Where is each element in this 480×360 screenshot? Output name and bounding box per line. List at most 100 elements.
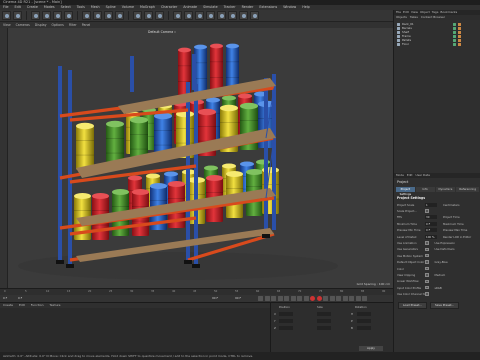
property-value-field[interactable]: 30 [425,215,437,220]
start-frame[interactable]: 0 F [3,295,7,302]
size-y-field[interactable] [317,319,331,323]
material-manager[interactable]: Create Edit Function Texture [0,302,270,352]
pen-icon[interactable] [184,11,193,20]
mode-palette[interactable] [0,28,8,288]
z-axis-icon[interactable] [104,11,113,20]
mm-menu-create[interactable]: Create [3,303,13,308]
render-picture-viewer-icon[interactable] [144,11,153,20]
x-axis-icon[interactable] [82,11,91,20]
property-value-field[interactable]: 0 F [425,228,437,233]
key-selection-icon[interactable] [323,296,328,301]
cube-icon[interactable] [173,11,182,20]
move-tool-icon[interactable] [42,11,51,20]
tag-icon[interactable] [458,42,461,46]
property-secondary[interactable]: Gray-Blue [435,260,448,264]
tab-objects[interactable]: Objects [396,15,407,20]
property-checkbox[interactable] [425,247,429,252]
floor-icon[interactable] [228,11,237,20]
property-checkbox[interactable] [425,273,429,277]
pos-x-field[interactable] [279,312,293,316]
property-checkbox[interactable] [425,266,429,271]
select-tool-icon[interactable] [31,11,40,20]
camera-icon[interactable] [239,11,248,20]
rot-b-field[interactable] [357,326,371,330]
property-secondary[interactable]: Preview Max Time [443,228,467,232]
load-preset-button[interactable]: Load Preset... [398,302,427,309]
tab-takes[interactable]: Takes [410,15,418,20]
render-settings-icon[interactable] [155,11,164,20]
tab-referencing[interactable]: Referencing [456,187,479,192]
end-frame[interactable]: 90 F [212,295,218,302]
scale-tool-icon[interactable] [53,11,62,20]
rotate-tool-icon[interactable] [64,11,73,20]
coord-system-icon[interactable] [115,11,124,20]
property-secondary[interactable]: Render LOD in Editor [443,235,471,239]
record-icon[interactable] [310,296,315,301]
property-checkbox[interactable] [425,260,429,264]
pos-z-field[interactable] [279,326,293,330]
goto-end-icon[interactable] [297,296,302,301]
array-icon[interactable] [206,11,215,20]
size-x-field[interactable] [317,312,331,316]
key-pla-icon[interactable] [355,296,361,301]
light-icon[interactable] [250,11,259,20]
size-z-field[interactable] [317,326,331,330]
end-frame-max[interactable]: 90 F [235,295,241,302]
next-key-icon[interactable] [290,296,296,301]
3d-viewport[interactable]: Default Camera :: Grid Spacing : 100 cm [8,28,393,288]
property-value-field[interactable]: 100 % [425,234,437,239]
key-rotation-icon[interactable] [342,296,348,301]
tab-dynamics[interactable]: Dynamics [435,187,456,192]
prev-key-icon[interactable] [264,296,270,301]
render-view-icon[interactable] [133,11,142,20]
am-menu-edit[interactable]: Edit [407,173,413,178]
key-scale-icon[interactable] [336,296,341,301]
redo-icon[interactable] [13,11,22,20]
am-menu-user-data[interactable]: User Data [416,173,430,178]
property-secondary[interactable]: Maximum Time [443,222,464,226]
property-checkbox[interactable] [425,279,429,284]
tab-info[interactable]: Info [415,187,435,192]
mm-menu-edit[interactable]: Edit [19,303,25,308]
bend-icon[interactable] [217,11,226,20]
am-menu-mode[interactable]: Mode [396,173,404,178]
property-secondary[interactable]: sRGB [435,286,442,290]
property-checkbox[interactable] [425,253,429,258]
save-preset-button[interactable]: Save Preset... [430,302,460,309]
visibility-icon[interactable] [453,42,456,46]
undo-icon[interactable] [2,11,11,20]
prev-frame-icon[interactable] [271,296,276,301]
property-secondary[interactable]: Use Deformers [435,247,455,251]
mm-menu-function[interactable]: Function [31,303,44,308]
goto-start-icon[interactable] [258,296,263,301]
key-param-icon[interactable] [349,296,354,301]
rot-p-field[interactable] [357,319,371,323]
loop-icon[interactable] [303,296,309,301]
property-value-field[interactable]: 0 F [425,221,437,226]
property-secondary[interactable]: Project Time [443,215,460,219]
object-row[interactable]: Floor [394,42,480,46]
y-axis-icon[interactable] [93,11,102,20]
subdivision-icon[interactable] [195,11,204,20]
property-checkbox[interactable] [425,241,429,245]
tab-content-browser[interactable]: Content Browser [421,15,445,20]
rot-h-field[interactable] [357,312,371,316]
mm-menu-texture[interactable]: Texture [50,303,61,308]
pos-y-field[interactable] [279,319,293,323]
property-checkbox[interactable] [425,285,429,290]
timeline-ruler[interactable]: 0 5 10 15 20 25 30 35 40 45 50 55 60 65 70 75 80 85 90 [0,288,393,295]
play-icon[interactable] [277,296,283,301]
property-checkbox[interactable] [425,292,429,296]
current-frame[interactable]: 0 F [18,295,22,302]
property-secondary[interactable]: Use Expression [435,241,455,245]
timeline-menu-icon[interactable] [362,296,367,301]
property-secondary[interactable]: Centimeters [443,203,460,207]
tab-project-settings[interactable]: Project Settings [396,187,415,196]
apply-button[interactable]: Apply [359,346,383,351]
property-value-field[interactable]: 1 [425,202,437,207]
property-checkbox[interactable] [425,209,429,213]
property-secondary[interactable]: Medium [435,273,446,277]
autokey-icon[interactable] [316,296,322,301]
next-frame-icon[interactable] [284,296,289,301]
key-position-icon[interactable] [329,296,335,301]
